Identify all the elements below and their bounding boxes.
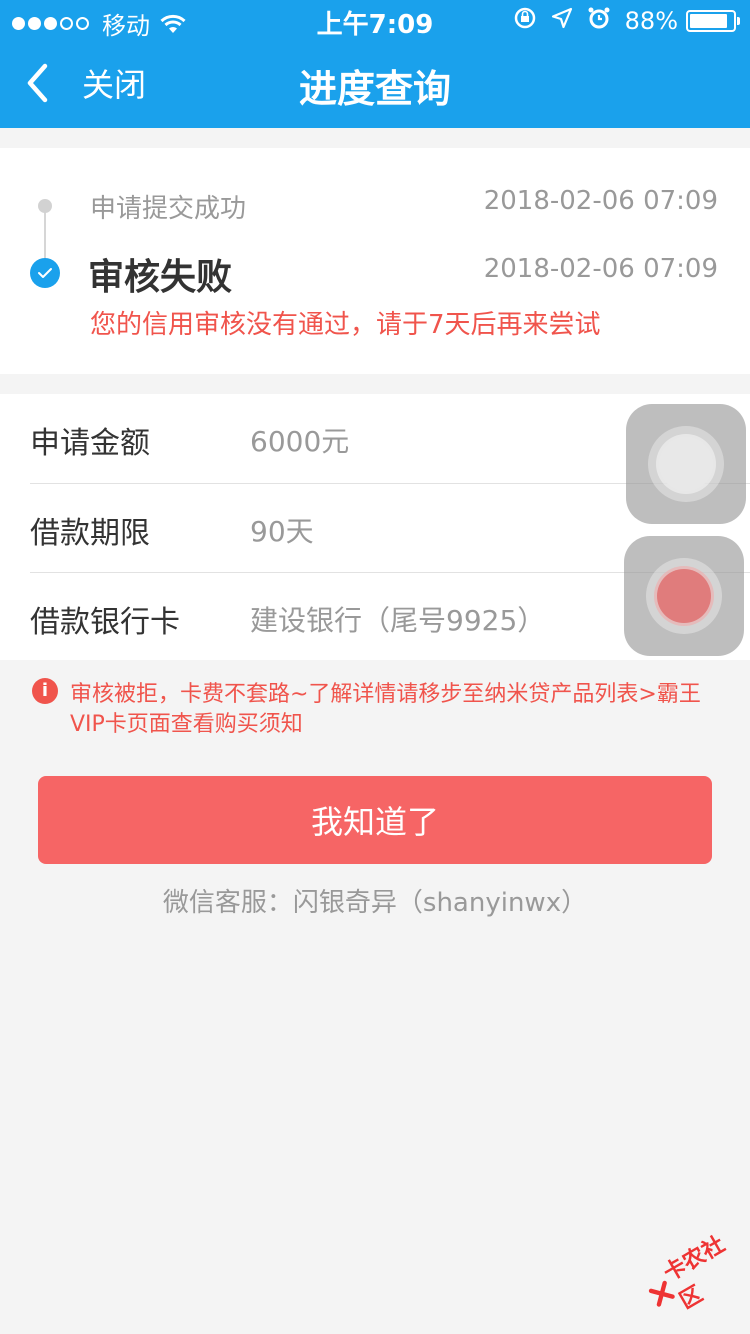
app-header: 移动 上午7:09 88% 关闭 进度查询 [0, 0, 750, 128]
battery-fill [690, 14, 727, 28]
rejection-notice[interactable]: 审核被拒，卡费不套路~了解详情请移步至纳米贷产品列表>霸王VIP卡页面查看购买须… [70, 680, 730, 740]
timeline-dot [38, 199, 52, 213]
battery-percent: 88% [624, 7, 678, 35]
info-label: 申请金额 [30, 426, 150, 461]
step-submitted-label: 申请提交成功 [90, 194, 247, 224]
info-value: 建设银行（尾号9925） [250, 604, 546, 637]
assistive-touch-button[interactable] [626, 404, 746, 524]
page-title: 进度查询 [298, 67, 451, 111]
got-it-button[interactable]: 我知道了 [38, 776, 712, 864]
check-icon [30, 258, 60, 288]
info-label: 借款银行卡 [30, 605, 180, 640]
progress-timeline: 申请提交成功 2018-02-06 07:09 审核失败 2018-02-06 … [0, 148, 750, 374]
alarm-icon [587, 6, 611, 36]
screen-record-button[interactable] [624, 536, 744, 656]
step-review-failed-label: 审核失败 [88, 257, 233, 298]
info-value: 90天 [250, 515, 314, 548]
status-bar: 移动 上午7:09 88% [0, 0, 750, 40]
record-icon [657, 569, 711, 623]
location-icon [551, 7, 573, 35]
info-icon: i [32, 678, 58, 704]
assistive-touch-icon [659, 437, 713, 491]
info-value: 6000元 [250, 425, 350, 458]
battery-icon [686, 10, 740, 32]
review-failed-message: 您的信用审核没有通过，请于7天后再来尝试 [90, 310, 601, 340]
step-review-failed-time: 2018-02-06 07:09 [483, 254, 718, 284]
step-submitted-time: 2018-02-06 07:09 [483, 186, 718, 216]
watermark: 卡农社区 [638, 1223, 750, 1325]
wechat-service: 微信客服：闪银奇异（shanyinwx） [162, 888, 588, 918]
rotation-lock-icon [513, 6, 537, 36]
info-label: 借款期限 [30, 516, 150, 551]
status-right: 88% [499, 6, 740, 36]
